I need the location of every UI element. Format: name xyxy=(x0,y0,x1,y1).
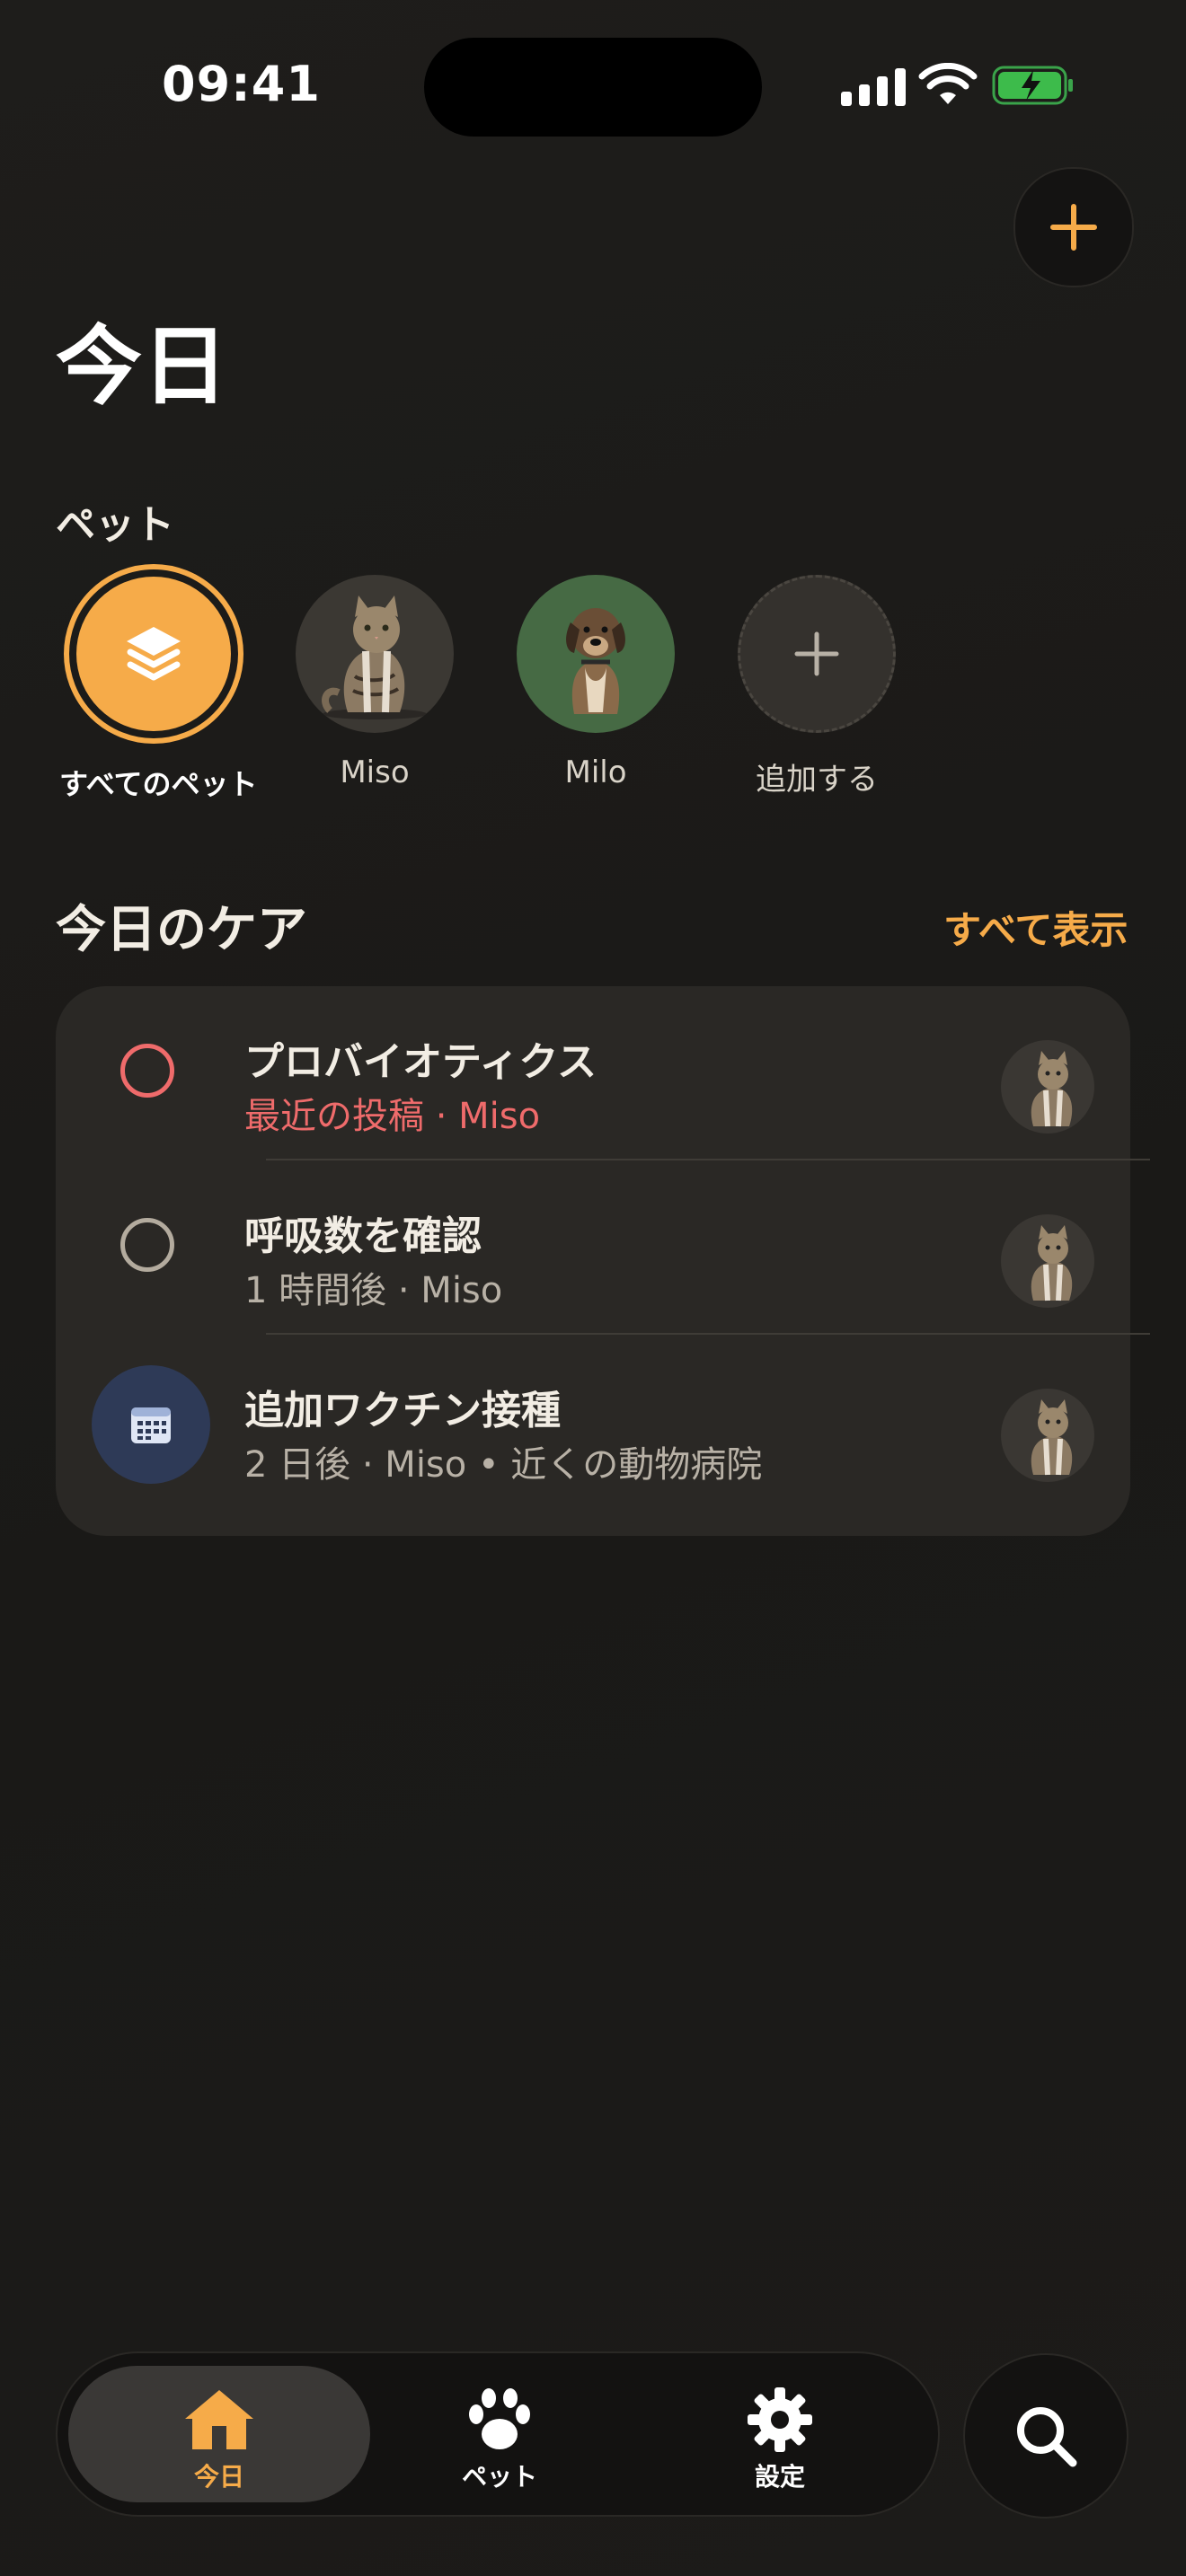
pet-filter-label: Miso xyxy=(340,754,410,790)
care-item-subtitle: 最近の投稿 · Miso xyxy=(244,1096,541,1137)
appointment-badge xyxy=(92,1365,210,1484)
gear-icon xyxy=(748,2387,812,2452)
home-icon xyxy=(185,2390,253,2449)
calendar-icon xyxy=(131,1407,171,1443)
cat-photo-icon xyxy=(1031,1399,1073,1476)
dog-photo-icon xyxy=(566,608,625,714)
care-item-title: 呼吸数を確認 xyxy=(244,1213,482,1259)
dynamic-island xyxy=(424,38,762,137)
plus-icon xyxy=(794,631,839,676)
tab-pets[interactable]: ペット xyxy=(349,2366,651,2502)
care-item-title: 追加ワクチン接種 xyxy=(244,1388,561,1434)
pet-thumbnail xyxy=(1001,1389,1094,1482)
care-item-subtitle: 1 時間後 · Miso xyxy=(244,1270,503,1311)
pet-filter-all[interactable]: すべてのペット xyxy=(59,564,258,803)
add-pet-label: 追加する xyxy=(756,762,878,798)
cellular-signal-icon xyxy=(841,66,906,106)
pet-thumbnail xyxy=(1001,1214,1094,1308)
battery-charging-icon xyxy=(992,66,1073,105)
care-item-title: プロバイオティクス xyxy=(244,1039,597,1085)
tab-today[interactable]: 今日 xyxy=(68,2366,370,2502)
pet-filter-label: Milo xyxy=(564,754,627,790)
care-item-subtitle: 2 日後 · Miso • 近くの動物病院 xyxy=(244,1444,763,1486)
add-pet-button[interactable]: 追加する xyxy=(722,575,911,798)
cat-photo-icon xyxy=(1031,1225,1073,1301)
avatar xyxy=(517,575,675,733)
tab-bar: 今日 ペット 設定 xyxy=(56,2351,940,2517)
cat-photo-icon xyxy=(1031,1051,1073,1127)
checkbox-circle[interactable] xyxy=(120,1218,174,1272)
search-button[interactable] xyxy=(963,2353,1128,2519)
pet-filter-miso[interactable]: Miso xyxy=(280,575,469,790)
paw-icon xyxy=(469,2388,530,2449)
plus-icon xyxy=(1050,204,1097,251)
checkbox-circle[interactable] xyxy=(120,1044,174,1098)
care-item-breathing[interactable]: 呼吸数を確認 1 時間後 · Miso xyxy=(56,1160,1130,1333)
pet-thumbnail xyxy=(1001,1040,1094,1134)
tab-label: 設定 xyxy=(754,2462,805,2492)
show-all-link[interactable]: すべて表示 xyxy=(943,900,1128,955)
tab-settings[interactable]: 設定 xyxy=(629,2366,931,2502)
avatar xyxy=(296,575,454,733)
cat-photo-icon xyxy=(322,595,427,719)
add-button[interactable] xyxy=(1013,167,1134,287)
tab-label: ペット xyxy=(461,2462,537,2492)
pet-filter-label: すべてのペット xyxy=(59,767,258,801)
search-icon xyxy=(1017,2407,1077,2467)
pet-filter-milo[interactable]: Milo xyxy=(501,575,690,790)
care-item-probiotics[interactable]: プロバイオティクス 最近の投稿 · Miso xyxy=(56,986,1130,1159)
pets-section-title: ペット xyxy=(56,502,174,548)
tab-label: 今日 xyxy=(193,2462,244,2492)
wifi-icon xyxy=(918,63,978,104)
care-section-title: 今日のケア xyxy=(56,901,307,959)
status-time: 09:41 xyxy=(162,56,321,112)
care-list-card: プロバイオティクス 最近の投稿 · Miso 呼吸数を確認 1 時間後 · Mi… xyxy=(56,986,1150,1536)
layers-icon xyxy=(127,627,181,681)
page-title: 今日 xyxy=(56,316,228,417)
care-item-vaccination[interactable]: 追加ワクチン接種 2 日後 · Miso • 近くの動物病院 xyxy=(56,1335,1130,1507)
